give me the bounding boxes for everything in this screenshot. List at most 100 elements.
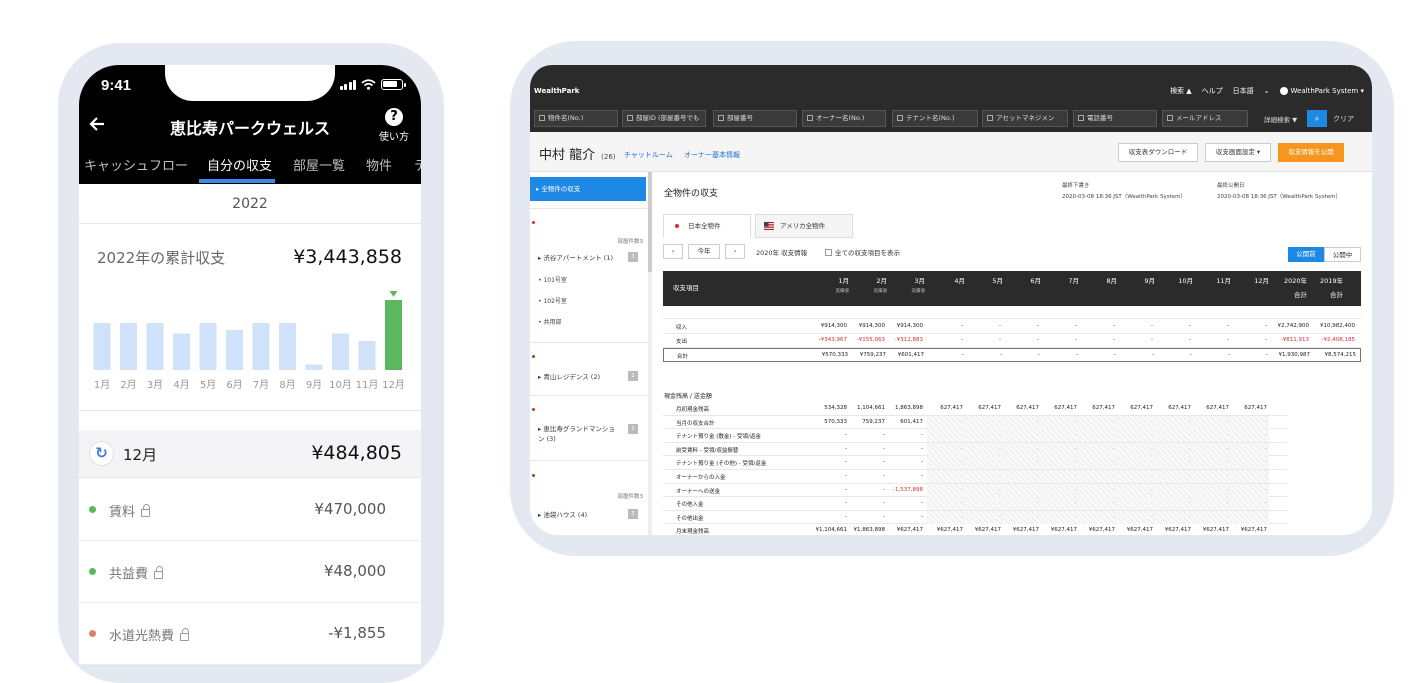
tab-cashflow[interactable]: キャッシュフロー — [84, 155, 188, 174]
person-icon — [807, 115, 813, 121]
sidebar-item-aoyama[interactable]: ▸ 青山レジデンス (2) — [538, 371, 600, 381]
table-cell: - — [1265, 323, 1267, 329]
table-cell: - — [1227, 323, 1229, 329]
nav-help[interactable]: ヘルプ — [1202, 86, 1223, 96]
tab-property[interactable]: 物件 — [366, 155, 392, 174]
table-cell: - — [999, 445, 1001, 452]
row-label: オーナーへの送金 — [676, 488, 721, 495]
table-cell: - — [1189, 323, 1191, 329]
this-year-button[interactable]: 今年 — [688, 244, 720, 259]
tab-more[interactable]: テ — [414, 155, 421, 174]
chart-bar-9[interactable] — [305, 364, 323, 371]
item-label: 賃料 — [109, 505, 136, 520]
app-logo[interactable]: WealthPark — [534, 87, 579, 95]
nav-language[interactable]: 日本語 — [1233, 86, 1254, 96]
chart-bar-1[interactable] — [93, 323, 111, 370]
filter-owner[interactable]: オーナー名(No.) — [802, 110, 886, 127]
chart-bar-4[interactable] — [173, 333, 190, 371]
table-cell: - — [1037, 473, 1039, 479]
filter-before-publish[interactable]: 公開前 — [1288, 247, 1324, 262]
chart-bar-3[interactable] — [146, 323, 164, 370]
filter-asset-management[interactable]: アセットマネジメン — [982, 110, 1068, 127]
building-icon — [987, 115, 993, 121]
tab-usa[interactable]: アメリカ全物件 — [755, 214, 853, 238]
table-cell: - — [921, 432, 923, 439]
table-cell: - — [1113, 513, 1115, 520]
alert-dot — [532, 355, 535, 358]
sync-icon[interactable]: ↻ — [89, 441, 114, 466]
tab-my-balance[interactable]: 自分の収支 — [207, 155, 272, 174]
chevron-down-icon[interactable]: ⌄ — [1264, 87, 1270, 95]
show-all-checkbox[interactable]: 全ての収支項目を表示 — [825, 247, 900, 257]
room-label: 共用部 — [543, 319, 562, 326]
next-year-button[interactable]: › — [725, 244, 745, 259]
table-cell: - — [1189, 486, 1191, 493]
nav-search[interactable]: 検索 ▲ — [1170, 86, 1192, 96]
sidebar-item-ikebukuro[interactable]: ▸ 池袋ハウス (4) — [538, 509, 587, 519]
display-settings-button[interactable]: 収支画面設定 ▾ — [1205, 143, 1271, 162]
list-item-common-fee[interactable]: 共益費 ¥48,000 — [79, 541, 421, 603]
clear-button[interactable]: クリア — [1333, 114, 1354, 124]
last-publish: 最終公開日 2020-03-08 18:36 JST（WealthPark Sys… — [1217, 181, 1341, 203]
table-cell: - — [1151, 500, 1153, 507]
sidebar-item-all[interactable]: ▸ 全物件の収支 — [530, 177, 646, 201]
chart-bar-8[interactable] — [279, 323, 296, 370]
chart-bar-2[interactable] — [120, 323, 137, 370]
table-cell: - — [883, 486, 885, 493]
filter-property[interactable]: 物件名(No.) — [534, 110, 618, 127]
table-cell: - — [1189, 432, 1191, 439]
detail-search-toggle[interactable]: 詳細検索 ▼ — [1264, 114, 1297, 124]
row-label: 合計 — [677, 354, 689, 360]
download-button[interactable]: 収支表ダウンロード — [1118, 143, 1198, 162]
sidebar-item-shibuya[interactable]: ▸ 渋谷アパートメント (1) — [538, 252, 613, 262]
alert-dot — [532, 221, 535, 224]
filter-tenant[interactable]: テナント名(No.) — [892, 110, 978, 127]
search-button[interactable]: ⌕ — [1307, 110, 1327, 127]
filter-room-id[interactable]: 部屋ID (部屋番号でも — [622, 110, 706, 127]
help-button[interactable]: ? 使い方 — [379, 108, 409, 143]
table-header: 収支項目 1月 実績値 2月 実績値 3月 実績値 4月 5月 6月 7月 8月 9月 10月 11月 12月… — [663, 271, 1361, 306]
table-cell: - — [999, 513, 1001, 520]
chart-bar-6[interactable] — [226, 330, 243, 370]
filter-label: 部屋ID (部屋番号でも — [636, 114, 700, 122]
chart-tick-label: 6月 — [226, 379, 242, 391]
chart-bar-10[interactable] — [332, 333, 349, 371]
selected-month-row[interactable]: ↻ 12月 ¥484,805 — [79, 430, 421, 478]
search-icon: ⌕ — [1314, 114, 1320, 123]
chart-bar-12[interactable] — [385, 300, 402, 370]
chart-bar-7[interactable] — [252, 323, 270, 370]
chat-room-link[interactable]: チャットルーム — [624, 150, 673, 160]
monthly-bar-chart: 1月 2月 3月 4月 5月 6月 7月 8月 9月 10月 11月 12月 — [93, 291, 405, 391]
table-cell: - — [845, 500, 847, 507]
sidebar-room-101[interactable]: • 101号室 — [538, 275, 567, 284]
list-item-rent[interactable]: 賃料 ¥470,000 — [79, 479, 421, 541]
table-row: 前受賃料 - 受領/収益振替 - - - - - - - - - - - - — [663, 442, 1287, 457]
table-cell: - — [1266, 352, 1268, 358]
filter-phone[interactable]: 電話番号 — [1073, 110, 1157, 127]
selected-month-marker-icon — [389, 291, 398, 297]
tab-rooms[interactable]: 部屋一覧 — [293, 155, 345, 174]
column-header-sub: 実績値 — [835, 289, 850, 294]
table-cell: 627,417 — [1054, 405, 1077, 411]
sidebar-scrollbar-thumb[interactable] — [648, 172, 652, 272]
nav-user[interactable]: WealthPark System ▾ — [1279, 87, 1364, 95]
year-selector[interactable]: 2022 — [79, 184, 421, 224]
status-dot — [89, 630, 96, 637]
tab-japan[interactable]: 日本全物件 — [663, 214, 751, 238]
sidebar-item-ebisu[interactable]: ▸ 恵比寿グランドマンション (3) — [538, 424, 618, 444]
chart-bar-5[interactable] — [199, 323, 217, 370]
chart-bar-11[interactable] — [358, 341, 376, 370]
owner-info-link[interactable]: オーナー基本情報 — [684, 150, 740, 160]
filter-email[interactable]: メールアドレス — [1162, 110, 1248, 127]
table-cell: - — [1190, 352, 1192, 358]
sidebar-room-102[interactable]: • 102号室 — [538, 296, 567, 305]
phone-notch — [165, 65, 335, 101]
table-cell: - — [1037, 513, 1039, 520]
filter-published[interactable]: 公開中 — [1324, 247, 1361, 262]
publish-button[interactable]: 収支情報を公開 — [1278, 143, 1344, 162]
sidebar-room-common[interactable]: • 共用部 — [538, 317, 561, 326]
filter-room-number[interactable]: 部屋番号 — [713, 110, 797, 127]
tab-label: アメリカ全物件 — [780, 222, 826, 230]
table-cell: - — [999, 500, 1001, 507]
prev-year-button[interactable]: ‹ — [663, 244, 683, 259]
